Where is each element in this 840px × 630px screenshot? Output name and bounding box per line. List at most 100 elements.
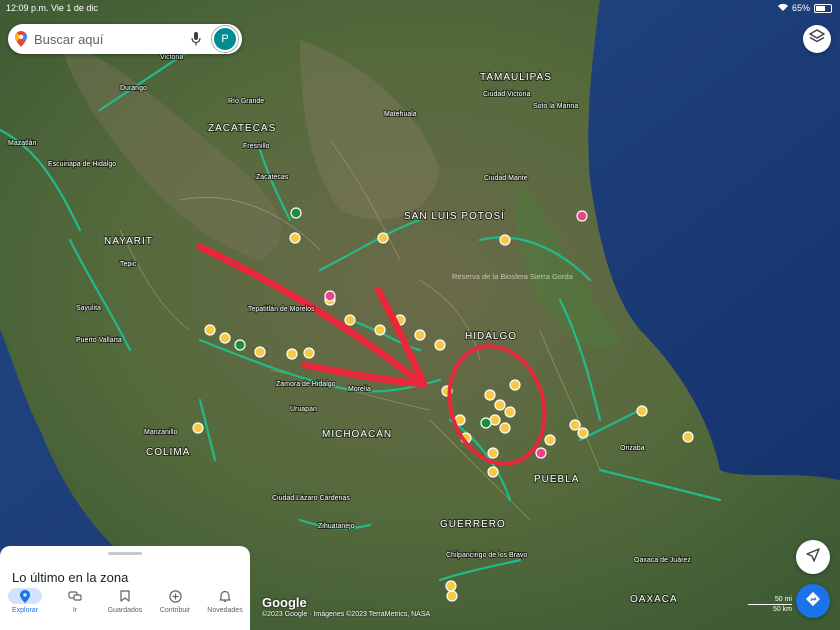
place-pin[interactable] bbox=[494, 399, 506, 411]
scale-line bbox=[748, 604, 792, 605]
search-input[interactable] bbox=[34, 31, 184, 47]
city-label: Manzanillo bbox=[144, 429, 178, 436]
account-avatar[interactable]: P bbox=[212, 26, 238, 52]
directions-icon bbox=[805, 591, 821, 612]
favorite-pin[interactable] bbox=[576, 210, 588, 222]
place-pin[interactable] bbox=[434, 339, 446, 351]
search-bar[interactable]: P bbox=[8, 24, 242, 54]
state-label: SAN LUIS POTOSÍ bbox=[404, 209, 505, 222]
city-label: Ciudad Lázaro Cárdenas bbox=[272, 495, 350, 502]
city-label: Escuinapa de Hidalgo bbox=[48, 161, 116, 168]
place-pin[interactable] bbox=[487, 466, 499, 478]
commute-icon bbox=[68, 588, 82, 604]
layers-button[interactable] bbox=[803, 25, 831, 53]
sheet-drag-handle[interactable] bbox=[108, 552, 142, 555]
place-pin[interactable] bbox=[577, 427, 589, 439]
place-pin[interactable] bbox=[289, 232, 301, 244]
place-pin[interactable] bbox=[484, 389, 496, 401]
city-label: Tepatitlán de Morelos bbox=[248, 306, 315, 313]
city-label: Victoria bbox=[160, 54, 183, 61]
city-label: Ciudad Mante bbox=[484, 175, 528, 182]
scale-imperial: 50 mi bbox=[774, 596, 792, 603]
tab-novedades[interactable]: Novedades bbox=[200, 584, 250, 630]
google-maps-pin-icon bbox=[8, 31, 34, 47]
place-pin[interactable] bbox=[499, 234, 511, 246]
my-location-button[interactable] bbox=[796, 540, 830, 574]
place-pin[interactable] bbox=[219, 332, 231, 344]
park-pin[interactable] bbox=[234, 339, 246, 351]
place-pin[interactable] bbox=[509, 379, 521, 391]
tab-guardados[interactable]: Guardados bbox=[100, 584, 150, 630]
city-label: Sayulita bbox=[76, 305, 101, 312]
city-label: Matehuala bbox=[384, 111, 417, 118]
tab-explorar[interactable]: Explorar bbox=[0, 584, 50, 630]
park-pin[interactable] bbox=[480, 417, 492, 429]
place-pin[interactable] bbox=[377, 232, 389, 244]
tab-label: Contribuir bbox=[159, 607, 191, 614]
favorite-pin[interactable] bbox=[324, 290, 336, 302]
place-pin[interactable] bbox=[682, 431, 694, 443]
state-label: ZACATECAS bbox=[208, 123, 276, 134]
location-pin-icon bbox=[8, 588, 42, 604]
city-label: Zihuatanejo bbox=[318, 523, 355, 530]
city-label: Chilpancingo de los Bravo bbox=[446, 552, 527, 559]
place-pin[interactable] bbox=[445, 580, 457, 592]
state-label: OAXACA bbox=[630, 594, 678, 605]
tab-label: Novedades bbox=[207, 607, 243, 614]
status-time: 12:09 p.m. bbox=[6, 3, 49, 13]
map-attribution[interactable]: ©2023 Google · Imágenes ©2023 TerraMetri… bbox=[262, 611, 430, 618]
place-pin[interactable] bbox=[204, 324, 216, 336]
state-label: GUERRERO bbox=[440, 519, 506, 530]
place-pin[interactable] bbox=[487, 447, 499, 459]
favorite-pin[interactable] bbox=[535, 447, 547, 459]
place-pin[interactable] bbox=[569, 419, 581, 431]
tab-label: Ir bbox=[72, 607, 78, 614]
tab-label: Explorar bbox=[11, 607, 39, 614]
city-label: Puerto Vallarta bbox=[76, 337, 122, 344]
city-label: Soto la Marina bbox=[533, 103, 578, 110]
place-pin[interactable] bbox=[303, 347, 315, 359]
place-pin[interactable] bbox=[414, 329, 426, 341]
sheet-title: Lo último en la zona bbox=[12, 570, 129, 585]
city-label: Fresnillo bbox=[243, 143, 270, 150]
place-pin[interactable] bbox=[254, 346, 266, 358]
state-label: COLIMA bbox=[146, 447, 190, 458]
state-label: NAYARIT bbox=[104, 236, 153, 247]
battery-percent: 65% bbox=[791, 3, 810, 13]
place-pin[interactable] bbox=[344, 314, 356, 326]
place-pin[interactable] bbox=[504, 406, 516, 418]
place-pin[interactable] bbox=[192, 422, 204, 434]
place-pin[interactable] bbox=[446, 590, 458, 602]
area-label: Reserva de la Biosfera Sierra Gorda bbox=[452, 272, 574, 281]
city-label: Oaxaca de Juárez bbox=[634, 557, 691, 564]
city-label: Tepic bbox=[120, 261, 137, 268]
directions-button[interactable] bbox=[796, 584, 830, 618]
bookmark-icon bbox=[120, 588, 130, 604]
place-pin[interactable] bbox=[636, 405, 648, 417]
state-label: MICHOACÁN bbox=[322, 427, 392, 440]
place-pin[interactable] bbox=[544, 434, 556, 446]
place-pin[interactable] bbox=[374, 324, 386, 336]
city-label: Zamora de Hidalgo bbox=[276, 381, 336, 388]
bottom-nav: Explorar Ir Guardados Contribuir Novedad… bbox=[0, 584, 250, 630]
place-pin[interactable] bbox=[286, 348, 298, 360]
bell-icon bbox=[219, 588, 231, 604]
place-pin[interactable] bbox=[499, 422, 511, 434]
city-label: Uruapan bbox=[290, 406, 317, 413]
city-label: Orizaba bbox=[620, 445, 645, 452]
microphone-icon[interactable] bbox=[184, 32, 208, 46]
city-label: Mazatlán bbox=[8, 140, 37, 147]
layers-icon bbox=[809, 28, 825, 50]
state-label: PUEBLA bbox=[534, 474, 579, 485]
tab-contribuir[interactable]: Contribuir bbox=[150, 584, 200, 630]
state-label: TAMAULIPAS bbox=[480, 72, 552, 83]
wifi-icon bbox=[777, 1, 788, 15]
status-bar: 12:09 p.m. Vie 1 de dic 65% bbox=[0, 0, 840, 16]
tab-ir[interactable]: Ir bbox=[50, 584, 100, 630]
park-pin[interactable] bbox=[290, 207, 302, 219]
city-label: Río Grande bbox=[228, 98, 264, 105]
satellite-map[interactable]: TAMAULIPAS ZACATECAS SAN LUIS POTOSÍ NAY… bbox=[0, 0, 840, 630]
city-label: Ciudad Victoria bbox=[483, 91, 530, 98]
battery-icon bbox=[814, 3, 832, 13]
scale-metric: 50 km bbox=[772, 606, 792, 613]
